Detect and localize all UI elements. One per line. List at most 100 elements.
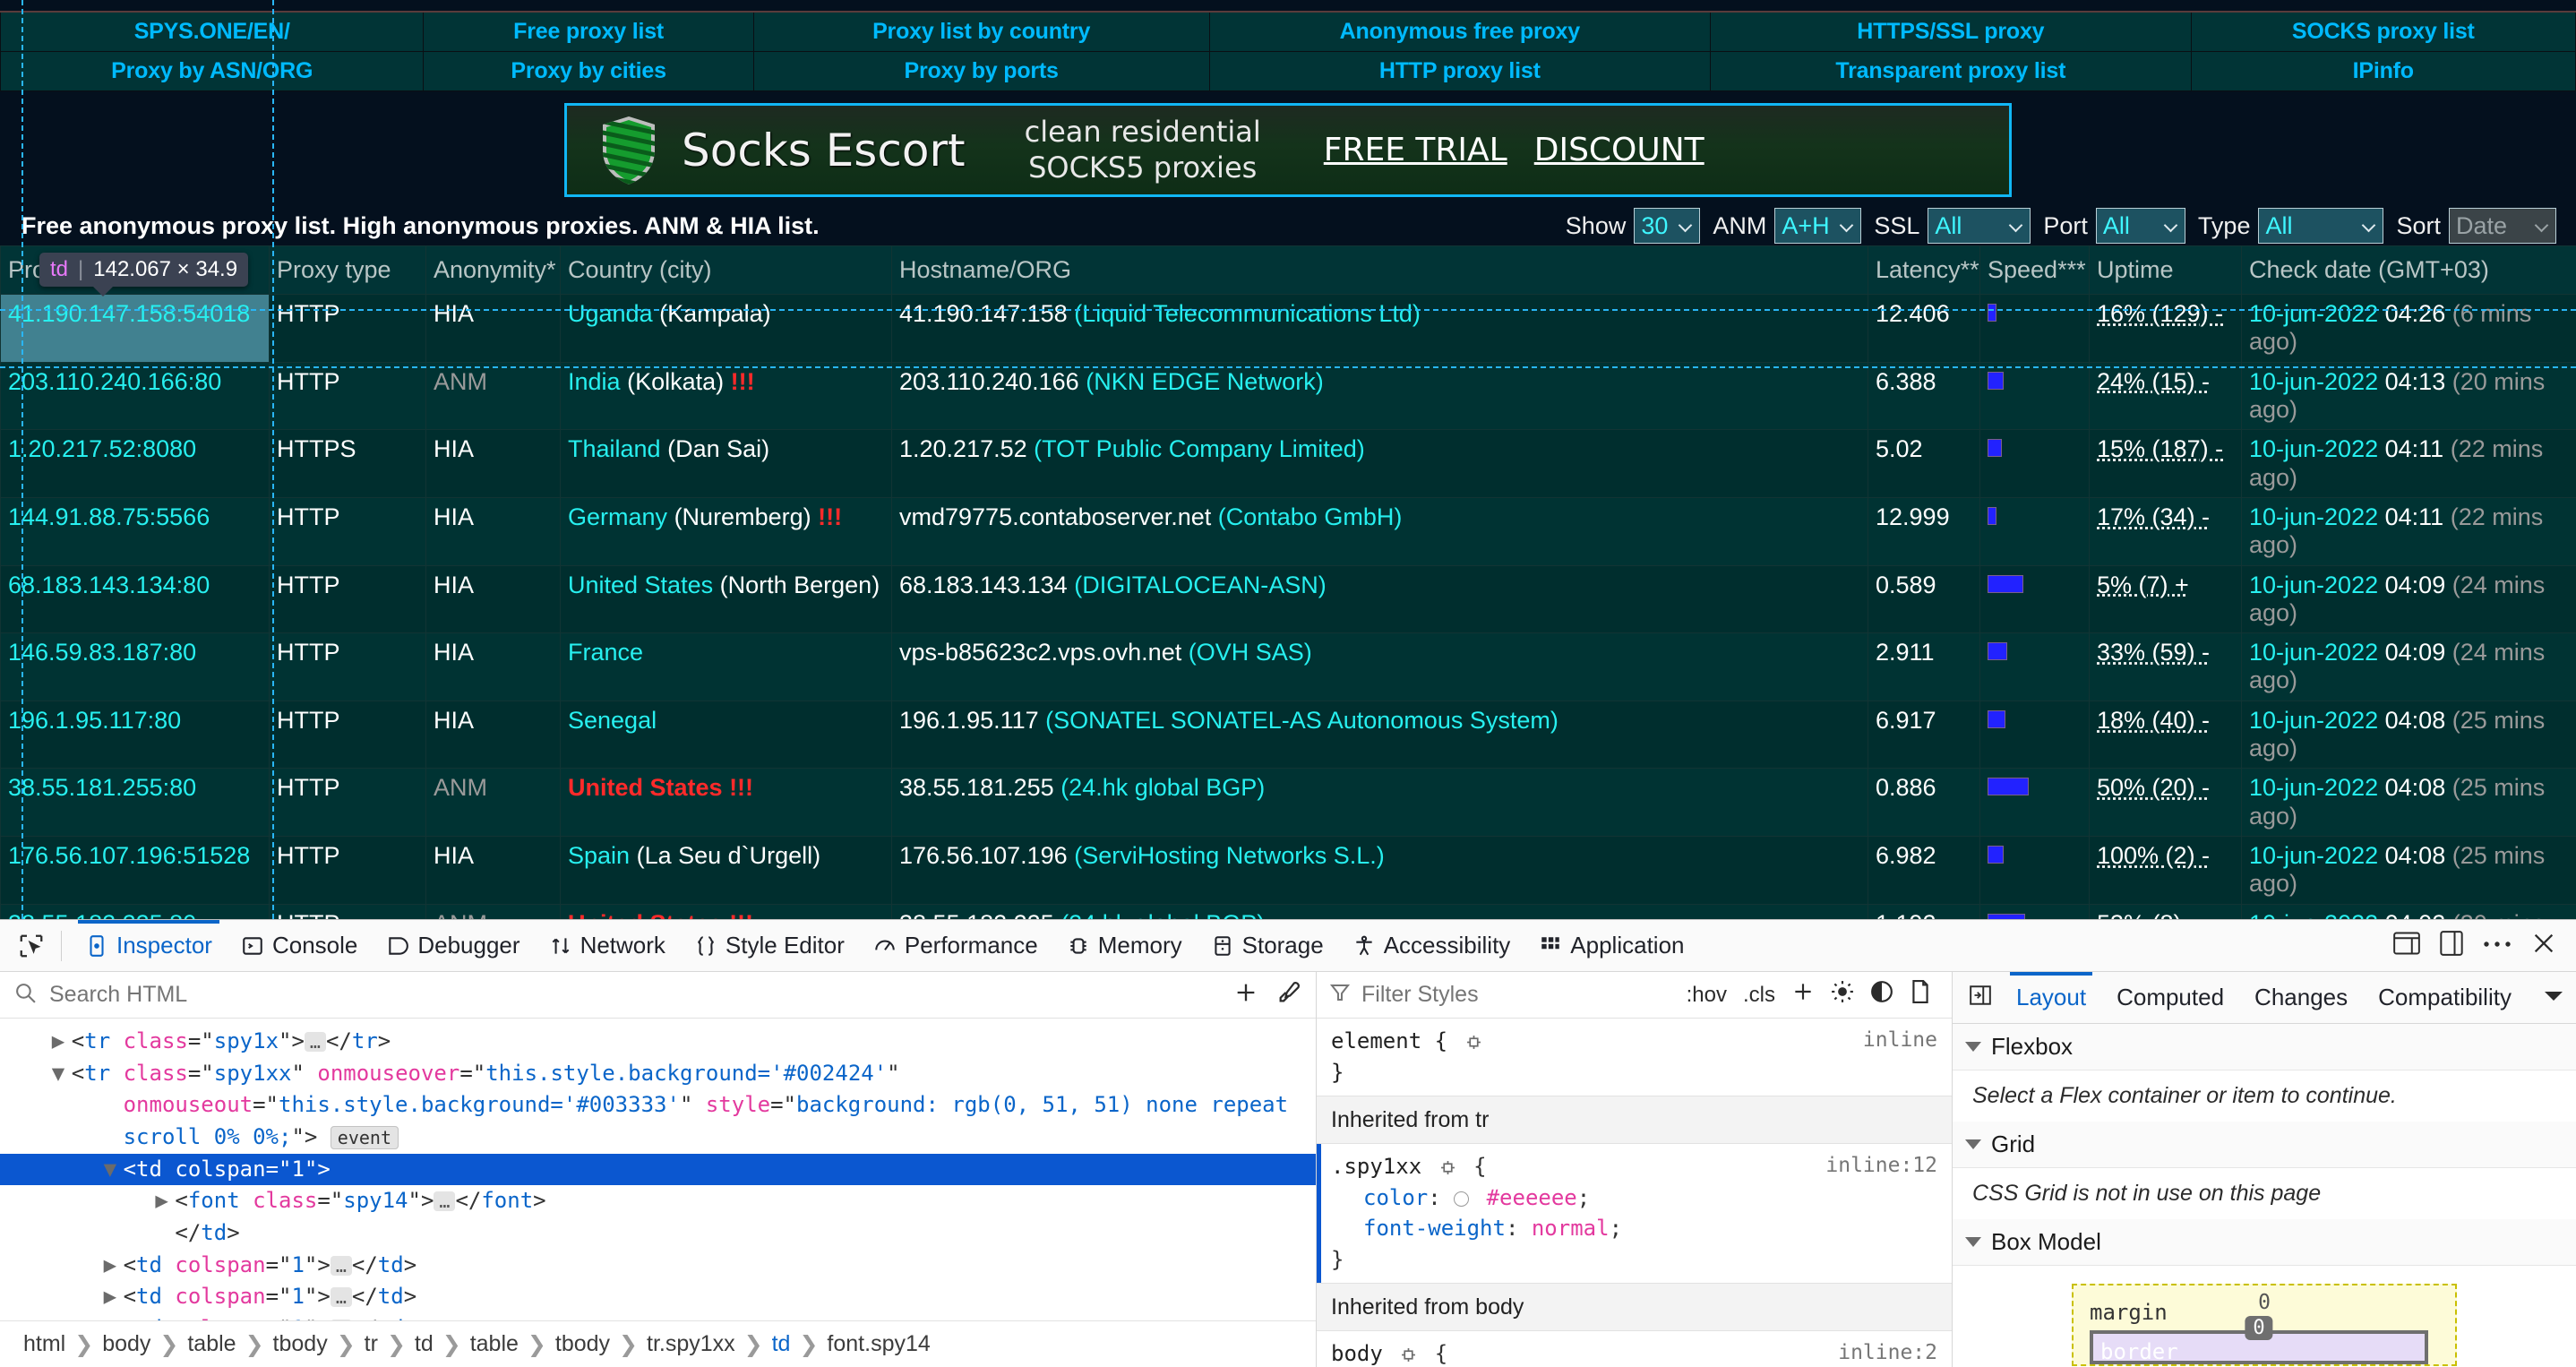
breadcrumb-item[interactable]: td <box>763 1331 800 1357</box>
expand-ellipsis[interactable]: … <box>330 1255 352 1276</box>
tree-node[interactable]: ▼ <td colspan="1"> <box>0 1153 1316 1186</box>
col-header-country[interactable]: Country (city) <box>560 245 892 295</box>
print-styles-icon[interactable] <box>1902 980 1939 1010</box>
element-inline-rule[interactable]: element { inline } <box>1317 1019 1952 1096</box>
tab-memory[interactable]: Memory <box>1052 920 1197 972</box>
cell-hostname-org[interactable]: 1.20.217.52 (TOT Public Company Limited) <box>891 429 1868 498</box>
breadcrumb-item[interactable]: table <box>178 1331 245 1357</box>
rule-toggle-icon[interactable] <box>1461 1028 1481 1053</box>
tab-compatibility[interactable]: Compatibility <box>2363 972 2527 1024</box>
advertisement-banner[interactable]: Socks Escort clean residential SOCKS5 pr… <box>564 103 2012 197</box>
cell-proxy-address[interactable]: 146.59.83.187:80 <box>0 632 270 701</box>
breadcrumb-item[interactable]: tbody <box>264 1331 337 1357</box>
tr-rule-value-color[interactable]: #eeeeee <box>1487 1185 1577 1210</box>
breadcrumb-item[interactable]: tbody <box>546 1331 619 1357</box>
nav-cell[interactable]: HTTP proxy list <box>1208 51 1712 91</box>
filter-select-port[interactable]: All <box>2095 208 2185 244</box>
table-row[interactable]: 38.55.182.225:80HTTPANMUnited States !!!… <box>0 903 2576 919</box>
hov-toggle-button[interactable]: :hov <box>1679 983 1735 1008</box>
body-rule-selector[interactable]: body <box>1331 1341 1383 1366</box>
tree-node[interactable]: ▶<td colspan="1">…</td> <box>0 1313 1316 1320</box>
tree-node[interactable]: ▶<td colspan="1">…</td> <box>0 1281 1316 1313</box>
col-header-speed[interactable]: Speed*** <box>1979 245 2090 295</box>
tab-storage[interactable]: Storage <box>1197 920 1338 972</box>
table-row[interactable]: 41.190.147.158:54018 HTTP HIA Uganda (Kampa… <box>0 294 2576 363</box>
tab-debugger[interactable]: Debugger <box>372 920 534 972</box>
expand-ellipsis[interactable]: … <box>434 1191 456 1212</box>
nav-cell[interactable]: IPinfo <box>2190 51 2576 91</box>
chevron-down-icon[interactable] <box>2531 989 2576 1006</box>
col-header-uptime[interactable]: Uptime <box>2089 245 2242 295</box>
expand-pane-icon[interactable] <box>1960 984 2001 1011</box>
add-node-icon[interactable] <box>1233 980 1258 1010</box>
nav-link-anonymous-free-proxy[interactable]: Anonymous free proxy <box>1340 19 1580 44</box>
cell-uptime[interactable]: 33% (59) - <box>2089 632 2242 701</box>
tree-node[interactable]: ▼ <tr class="spy1xx" onmouseover="this.st… <box>0 1058 1316 1090</box>
cell-proxy-address[interactable]: 196.1.95.117:80 <box>0 700 270 769</box>
cell-uptime[interactable]: 15% (187) - <box>2089 429 2242 498</box>
col-header-proxy-type[interactable]: Proxy type <box>269 245 426 295</box>
chevron-right-icon[interactable]: ▶ <box>52 1027 72 1056</box>
col-header-anonymity[interactable]: Anonymity* <box>425 245 561 295</box>
filter-select-anm[interactable]: A+H <box>1774 208 1862 244</box>
tab-changes[interactable]: Changes <box>2239 972 2363 1024</box>
cell-country[interactable]: Germany (Nuremberg) !!! <box>560 496 892 566</box>
cell-uptime[interactable]: 5% (7) + <box>2089 564 2242 634</box>
breadcrumb-item[interactable]: table <box>461 1331 528 1357</box>
cell-hostname-org[interactable]: vps-b85623c2.vps.ovh.net (OVH SAS) <box>891 632 1868 701</box>
col-header-check-date[interactable]: Check date (GMT+03) <box>2241 245 2576 295</box>
chevron-down-icon[interactable]: ▼ <box>104 1156 124 1184</box>
body-rule[interactable]: body { inline:2 color: #FFFFFF; <box>1317 1331 1952 1367</box>
cls-toggle-button[interactable]: .cls <box>1735 983 1783 1008</box>
nav-cell[interactable]: Anonymous free proxy <box>1208 11 1712 52</box>
cell-country[interactable]: United States !!! <box>560 903 892 919</box>
event-badge[interactable]: event <box>330 1125 399 1149</box>
tab-style-editor[interactable]: Style Editor <box>680 920 859 972</box>
nav-cell[interactable]: Proxy by ASN/ORG <box>0 51 425 91</box>
cell-proxy-address[interactable]: 144.91.88.75:5566 <box>0 496 270 566</box>
cell-proxy-address[interactable]: 1.20.217.52:8080 <box>0 429 270 498</box>
cell-uptime[interactable]: 24% (15) - <box>2089 361 2242 431</box>
rule-toggle-icon[interactable] <box>1435 1154 1473 1179</box>
table-row[interactable]: 1.20.217.52:8080 HTTPS HIA Thailand (Dan Sa… <box>0 429 2576 498</box>
banner-free-trial-link[interactable]: FREE TRIAL <box>1324 132 1507 168</box>
search-input[interactable] <box>47 981 1223 1009</box>
cell-country[interactable]: France <box>560 632 892 701</box>
cell-country[interactable]: Spain (La Seu d`Urgell) <box>560 836 892 905</box>
cell-hostname-org[interactable]: vmd79775.contaboserver.net (Contabo GmbH… <box>891 496 1868 566</box>
tab-layout[interactable]: Layout <box>2001 971 2101 1024</box>
section-header-grid[interactable]: Grid <box>1953 1122 2576 1168</box>
table-row[interactable]: 146.59.83.187:80 HTTP HIA France vps-b85623c… <box>0 632 2576 701</box>
nav-link-http-proxy-list[interactable]: HTTP proxy list <box>1379 58 1541 83</box>
body-rule-source[interactable]: inline:2 <box>1838 1338 1937 1367</box>
cell-hostname-org[interactable]: 38.55.182.225 (24.hk global BGP) <box>891 903 1868 919</box>
nav-link-transparent-proxy-list[interactable]: Transparent proxy list <box>1835 58 2065 83</box>
cell-uptime[interactable]: 16% (129) - <box>2089 294 2242 363</box>
cell-hostname-org[interactable]: 41.190.147.158 (Liquid Telecommunication… <box>891 294 1868 363</box>
tr-rule-prop-color[interactable]: color <box>1363 1185 1428 1210</box>
tr-rule-prop-font-weight[interactable]: font-weight <box>1363 1216 1506 1241</box>
nav-cell[interactable]: SPYS.ONE/EN/ <box>0 11 425 52</box>
nav-cell[interactable]: Proxy by ports <box>752 51 1210 91</box>
tab-performance[interactable]: Performance <box>859 920 1052 972</box>
cell-country[interactable]: Thailand (Dan Sai) <box>560 429 892 498</box>
banner-discount-link[interactable]: DISCOUNT <box>1534 132 1704 168</box>
nav-link-proxy-list-by-country[interactable]: Proxy list by country <box>872 19 1090 44</box>
breadcrumb-item[interactable]: body <box>93 1331 159 1357</box>
filter-select-type[interactable]: All <box>2258 208 2384 244</box>
breadcrumb-item[interactable]: td <box>406 1331 442 1357</box>
cell-proxy-address[interactable]: 38.55.181.255:80 <box>0 768 270 837</box>
nav-link-ipinfo[interactable]: IPinfo <box>2353 58 2414 83</box>
tree-node[interactable]: onmouseout="this.style.background='#0033… <box>0 1089 1316 1122</box>
nav-cell[interactable]: Proxy list by country <box>752 11 1210 52</box>
tab-application[interactable]: Application <box>1524 920 1698 972</box>
tab-console[interactable]: Console <box>227 920 372 972</box>
tr-rule-value-font-weight[interactable]: normal <box>1532 1216 1610 1241</box>
cell-hostname-org[interactable]: 68.183.143.134 (DIGITALOCEAN-ASN) <box>891 564 1868 634</box>
box-model-diagram[interactable]: margin 0 0 border <box>1953 1266 2576 1366</box>
add-rule-icon[interactable] <box>1783 980 1823 1010</box>
element-picker-icon[interactable] <box>11 926 52 966</box>
nav-link-proxy-by-cities[interactable]: Proxy by cities <box>511 58 666 83</box>
cell-uptime[interactable]: 53% (8) - <box>2089 903 2242 919</box>
table-row[interactable]: 144.91.88.75:5566 HTTP HIA Germany (Nurembe… <box>0 496 2576 566</box>
